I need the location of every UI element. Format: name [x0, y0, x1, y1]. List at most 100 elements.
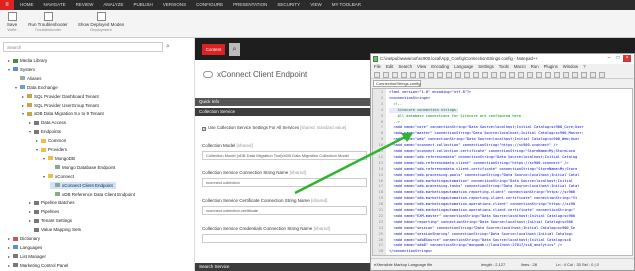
- toolbar-icon[interactable]: [500, 72, 506, 78]
- toolbar-icon[interactable]: [464, 72, 470, 78]
- menu-search[interactable]: Search: [398, 64, 412, 71]
- toolbar-icon[interactable]: [419, 72, 425, 78]
- tree-item[interactable]: ▾ Data Exchange: [15, 84, 58, 91]
- tree-item-label: Media Library: [20, 58, 48, 63]
- tree-item[interactable]: ▸ Languages: [8, 244, 42, 251]
- tree-item[interactable]: ▾ xDB Data Migration 8.x to 9 Tenant: [22, 110, 104, 117]
- toolbar-icon[interactable]: [545, 72, 551, 78]
- notepad-titlebar[interactable]: C:\inetpub\wwwroot\sc900.local\App_Confi…: [371, 54, 634, 64]
- section-collection-service[interactable]: Collection Service: [195, 108, 370, 116]
- conn-string-name-field[interactable]: xconnect.collection: [202, 178, 367, 187]
- nav-item-publish[interactable]: PUBLISH: [134, 0, 153, 10]
- nav-item-analyze[interactable]: ANALYZE: [103, 0, 123, 10]
- section-quick-info[interactable]: Quick Info: [195, 98, 370, 106]
- toolbar-icon[interactable]: [446, 72, 452, 78]
- menu-window[interactable]: Window: [563, 64, 578, 71]
- nav-item-versions[interactable]: VERSIONS: [163, 0, 186, 10]
- menu-edit[interactable]: Edit: [386, 64, 393, 71]
- toolbar-icon[interactable]: [599, 72, 605, 78]
- tree-item[interactable]: ▾ xConnect: [43, 173, 74, 180]
- toolbar-icon[interactable]: [554, 72, 560, 78]
- nav-item-my-toolbar[interactable]: MY TOOLBAR: [332, 0, 361, 10]
- checkbox-box[interactable]: ✓: [202, 126, 206, 131]
- toolbar-icon[interactable]: [491, 72, 497, 78]
- minimize-icon[interactable]: –: [605, 55, 613, 62]
- tree-item[interactable]: ▾ System: [8, 66, 35, 73]
- toolbar-icon[interactable]: [410, 72, 416, 78]
- tree-item[interactable]: ▸ Data Access: [29, 119, 66, 126]
- toolbar-icon[interactable]: [401, 72, 407, 78]
- nav-item-navigate[interactable]: NAVIGATE: [44, 0, 66, 10]
- nav-item-security[interactable]: SECURITY: [277, 0, 300, 10]
- tab-connectionstrings[interactable]: ConnectionStrings.config: [373, 80, 421, 87]
- maximize-icon[interactable]: □: [614, 55, 622, 62]
- nav-item-home[interactable]: HOME: [20, 0, 34, 10]
- tree-item[interactable]: ▸ SQL Provider UserGroup Tenant: [22, 102, 99, 109]
- menu-view[interactable]: View: [417, 64, 426, 71]
- nav-item-review[interactable]: REVIEW: [76, 0, 94, 10]
- collection-model-field[interactable]: Collection Model (xDB Data Migration Too…: [202, 151, 367, 160]
- toolbar-icon[interactable]: [383, 72, 389, 78]
- menu-language[interactable]: Language: [454, 64, 473, 71]
- tree-item[interactable]: Value Mapping Sets: [29, 226, 81, 233]
- tree-item[interactable]: ▾ Providers: [36, 146, 67, 153]
- menu-settings[interactable]: Settings: [478, 64, 494, 71]
- search-icon[interactable]: ⌕: [166, 42, 174, 51]
- show-deployed-modes-button[interactable]: Show Deployed Modes Deployment: [76, 12, 126, 32]
- menu-macro[interactable]: Macro: [514, 64, 526, 71]
- tab-content[interactable]: Content: [202, 44, 225, 55]
- nav-item-view[interactable]: VIEW: [310, 0, 322, 10]
- tree-item[interactable]: ▾ Endpoints: [29, 128, 61, 135]
- menu-tools[interactable]: Tools: [499, 64, 509, 71]
- toolbar-icon[interactable]: [482, 72, 488, 78]
- toolbar-icon[interactable]: [374, 72, 380, 78]
- toolbar-icon[interactable]: [509, 72, 515, 78]
- tree-item[interactable]: Mongo Database Endpoint: [50, 164, 115, 171]
- save-button[interactable]: Save Write: [3, 12, 21, 32]
- tree-item[interactable]: ▸ List Manager: [8, 253, 46, 260]
- tree-item[interactable]: ▸ Pipelines: [29, 208, 59, 215]
- credentials-conn-string-field[interactable]: [202, 234, 367, 243]
- menu-encoding[interactable]: Encoding: [431, 64, 449, 71]
- section-search-service[interactable]: Search Service: [195, 263, 370, 271]
- menu-file[interactable]: File: [374, 64, 381, 71]
- toolbar-icon[interactable]: [527, 72, 533, 78]
- tree-item[interactable]: ▸ Marketing Control Panel: [8, 262, 68, 269]
- toolbar-icon[interactable]: [572, 72, 578, 78]
- tree-item[interactable]: ▸ Dictionary: [8, 235, 40, 242]
- toolbar-icon[interactable]: [536, 72, 542, 78]
- toolbar-icon[interactable]: [518, 72, 524, 78]
- credentials-conn-string-label: Collection Service Credentials Connectio…: [202, 226, 330, 231]
- run-troubleshooter-button[interactable]: Run Troubleshooter Troubleshooter: [26, 12, 70, 32]
- tree-item[interactable]: ▾ MongoDB: [43, 155, 75, 162]
- sitecore-logo-icon[interactable]: ≡: [0, 0, 14, 10]
- toolbar-icon[interactable]: [437, 72, 443, 78]
- close-icon[interactable]: ×: [623, 55, 631, 62]
- toolbar-icon[interactable]: [590, 72, 596, 78]
- tree-item[interactable]: ▸ SQL Provider Dashboard Tenant: [22, 93, 99, 100]
- cert-conn-string-field[interactable]: xconnect.collection.certificate: [202, 206, 367, 215]
- menu-run[interactable]: Run: [531, 64, 539, 71]
- nav-item-presentation[interactable]: PRESENTATION: [233, 0, 267, 10]
- toolbar-icon[interactable]: [455, 72, 461, 78]
- tree-item[interactable]: xDB Reference Data Client Endpoint: [50, 191, 135, 198]
- code-editor[interactable]: 1 <?xml version="1.0" encoding="utf-8"?> 2…: [372, 88, 633, 256]
- tree-item[interactable]: xConnect Client Endpoint: [50, 181, 116, 189]
- toolbar-icon[interactable]: [581, 72, 587, 78]
- tree-item[interactable]: ▸ Media Library: [8, 57, 47, 64]
- menu-plugins[interactable]: Plugins: [544, 64, 558, 71]
- menu-help[interactable]: ?: [583, 64, 585, 71]
- toolbar-icon[interactable]: [563, 72, 569, 78]
- editor-search-icon[interactable]: ⌕: [229, 43, 240, 56]
- tree-search-input[interactable]: Search: [3, 42, 163, 52]
- tree-item[interactable]: ▸ Tenant Settings: [29, 217, 72, 224]
- use-collection-settings-checkbox[interactable]: ✓ Use Collection Service Settings For All…: [202, 125, 346, 131]
- tree-item[interactable]: ▸ Pipeline Batches: [29, 199, 75, 206]
- toolbar-icon[interactable]: [428, 72, 434, 78]
- tree-item[interactable]: ▸ Common: [36, 137, 66, 144]
- tree-item[interactable]: Aliases: [15, 75, 42, 82]
- toolbar-icon[interactable]: [392, 72, 398, 78]
- tree-item-label: xConnect Client Endpoint: [62, 182, 113, 188]
- toolbar-icon[interactable]: [473, 72, 479, 78]
- nav-item-configure[interactable]: CONFIGURE: [196, 0, 223, 10]
